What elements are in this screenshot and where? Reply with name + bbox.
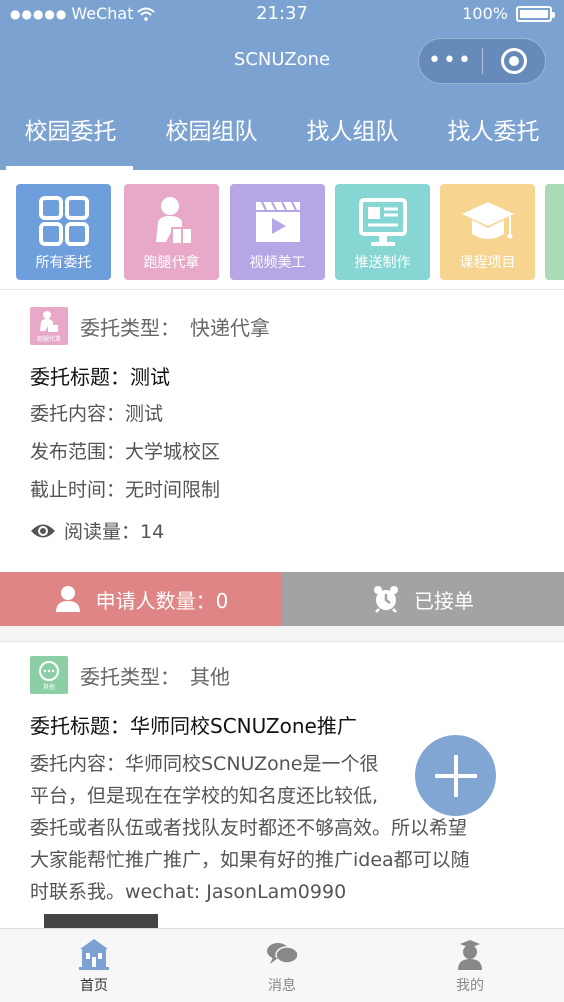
- scroll-indicator: [44, 914, 158, 928]
- home-icon: [79, 939, 109, 970]
- taken-status-button[interactable]: 已接单: [282, 572, 564, 626]
- type-row: 其他 委托类型： 其他: [30, 656, 230, 694]
- post-scope: 发布范围：大学城校区: [30, 441, 221, 463]
- profile-icon: [458, 940, 482, 970]
- graduation-cap-icon: [461, 202, 514, 239]
- read-count: 阅读量：14: [64, 521, 165, 543]
- tab-find-team[interactable]: 找人组队: [282, 100, 423, 170]
- type-value: 其他: [190, 664, 230, 689]
- other-badge-icon: 其他: [30, 656, 68, 694]
- category-label: 所有委托: [35, 255, 92, 271]
- miniprogram-capsule: •••: [418, 38, 546, 84]
- post-title: 委托标题：测试: [30, 365, 170, 389]
- type-value: 快递代拿: [190, 315, 270, 340]
- status-text: 已接单: [414, 588, 474, 613]
- category-label: 课程项目: [459, 255, 516, 271]
- screen-icon: [358, 198, 407, 246]
- tab-label: 消息: [268, 978, 296, 994]
- post-content: 委托内容：测试: [30, 403, 164, 425]
- category-label: 跑腿代拿: [143, 255, 200, 271]
- post-card[interactable]: 跑腿代拿 委托类型： 快递代拿 委托标题：测试 委托内容：测试 发布范围：大学城…: [0, 291, 564, 572]
- tab-messages[interactable]: 消息: [188, 929, 376, 1002]
- tab-profile[interactable]: 我的: [376, 929, 564, 1002]
- chat-bubble-icon: 其他: [39, 661, 59, 691]
- category-all[interactable]: 所有委托: [16, 184, 111, 280]
- post-deadline: 截止时间：无时间限制: [30, 479, 221, 501]
- battery-percent: 100%: [462, 4, 508, 23]
- video-icon: [255, 201, 300, 242]
- bottom-tab-bar: 首页 消息 我的: [0, 928, 564, 1002]
- status-bar: ●●●●● WeChat 21:37 100%: [0, 0, 564, 30]
- close-miniprogram-button[interactable]: [483, 48, 545, 74]
- tab-campus-commission[interactable]: 校园委托: [0, 100, 141, 170]
- category-video[interactable]: 视频美工: [230, 184, 325, 280]
- chat-icon: [267, 943, 299, 964]
- person-icon: [55, 586, 80, 612]
- grid-icon: [38, 196, 89, 246]
- content-line: 委托或者队伍或者找队友时都还不够高效。所以希望: [30, 817, 468, 839]
- battery-group: 100%: [462, 4, 555, 23]
- battery-icon: [516, 5, 555, 22]
- plus-icon: [434, 754, 477, 797]
- category-label: 推送制作: [354, 255, 411, 271]
- category-strip: 所有委托 跑腿代拿 视频美工 推送制作 课程项目: [0, 170, 564, 290]
- read-count-row: 阅读量：14: [30, 517, 164, 544]
- more-button[interactable]: •••: [419, 38, 482, 84]
- delivery-person-icon: [155, 197, 193, 245]
- eye-icon: [31, 524, 55, 537]
- nav-bar: SCNUZone •••: [0, 30, 564, 100]
- delivery-person-icon: 跑腿代拿: [37, 311, 61, 343]
- category-course[interactable]: 课程项目: [440, 184, 535, 280]
- tab-find-commission[interactable]: 找人委托: [423, 100, 564, 170]
- applicants-button[interactable]: 申请人数量：0: [0, 572, 282, 626]
- post-title: 委托标题：华师同校SCNUZone推广: [30, 714, 357, 738]
- category-errand[interactable]: 跑腿代拿: [124, 184, 219, 280]
- svg-text:其他: 其他: [43, 683, 55, 691]
- tab-campus-team[interactable]: 校园组队: [141, 100, 282, 170]
- type-label: 委托类型：: [80, 315, 180, 340]
- type-row: 跑腿代拿 委托类型： 快递代拿: [30, 307, 270, 345]
- errand-badge-icon: 跑腿代拿: [30, 307, 68, 345]
- card-divider: [0, 626, 564, 642]
- content-line: 时联系我。wechat: JasonLam0990: [30, 881, 347, 903]
- category-more[interactable]: [545, 184, 564, 280]
- category-push[interactable]: 推送制作: [335, 184, 430, 280]
- type-label: 委托类型：: [80, 664, 180, 689]
- alarm-clock-icon: [374, 586, 398, 613]
- tab-label: 我的: [456, 978, 484, 994]
- tab-home[interactable]: 首页: [0, 929, 188, 1002]
- content-line: 大家能帮忙推广推广，如果有好的推广idea都可以随: [30, 849, 470, 871]
- post-action-bar: 申请人数量：0 已接单: [0, 572, 564, 626]
- top-tabs: 校园委托 校园组队 找人组队 找人委托: [0, 100, 564, 170]
- tab-label: 首页: [80, 978, 108, 994]
- target-icon: [500, 48, 527, 74]
- applicants-count: 申请人数量：0: [95, 588, 229, 613]
- svg-text:跑腿代拿: 跑腿代拿: [37, 335, 61, 343]
- add-post-button[interactable]: [415, 735, 496, 816]
- category-label: 视频美工: [249, 255, 306, 271]
